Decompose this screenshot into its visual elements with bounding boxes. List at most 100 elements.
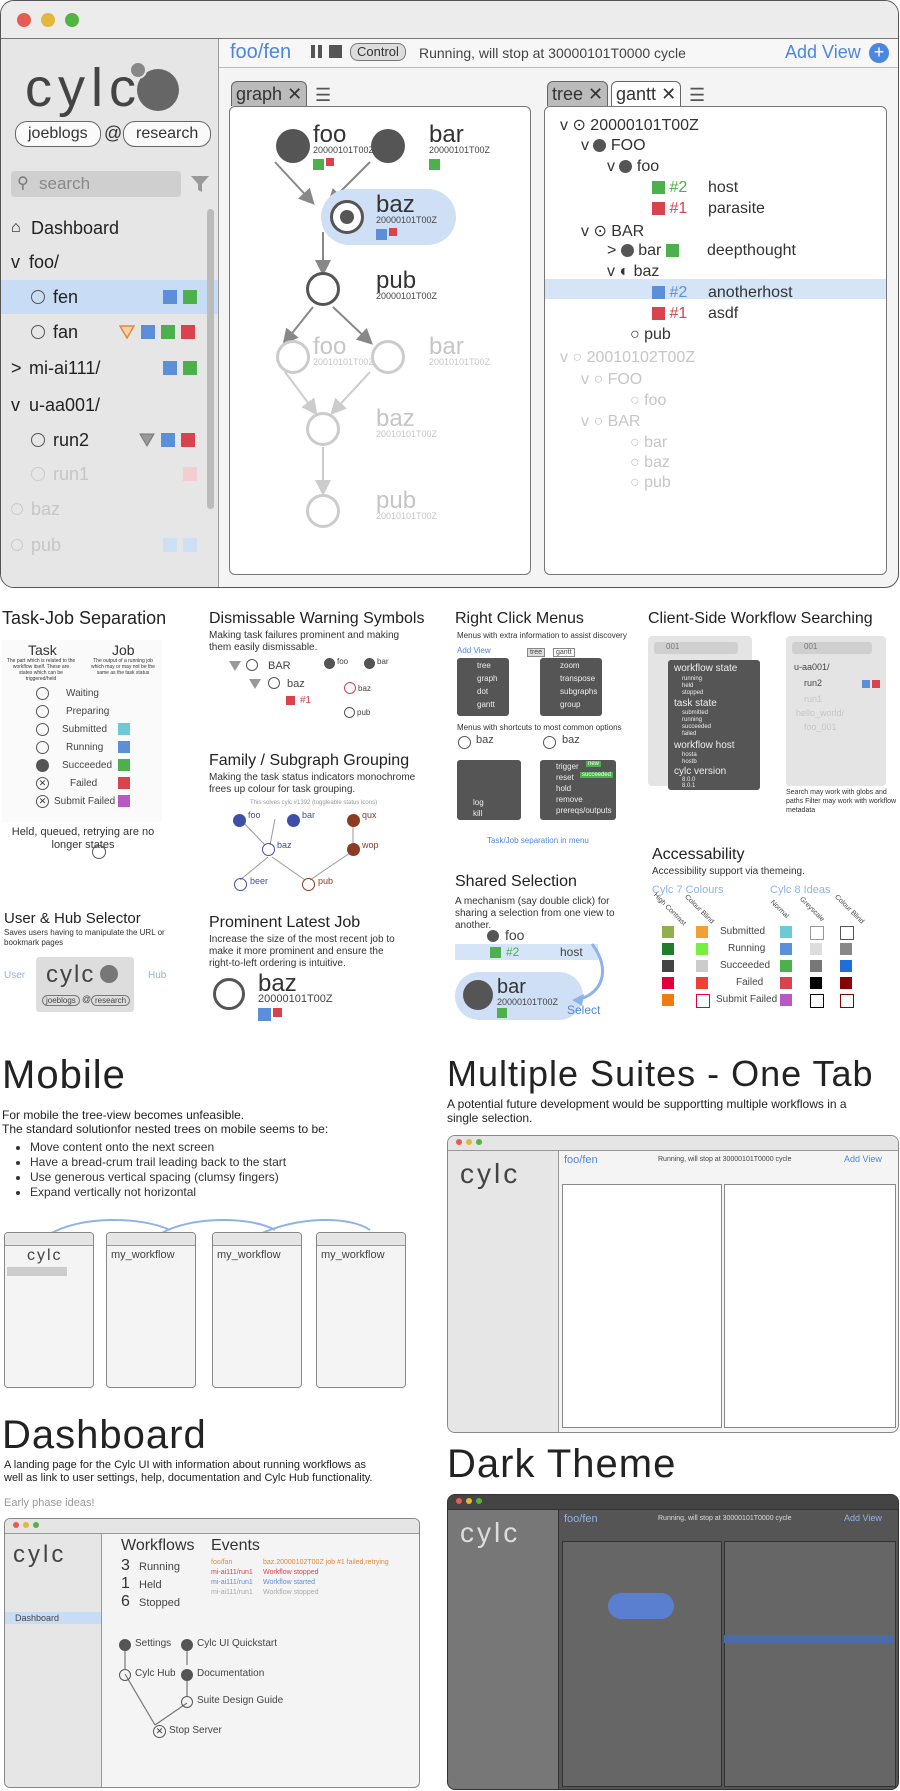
filter-option[interactable]: running: [682, 717, 702, 723]
node-bar[interactable]: [371, 129, 405, 163]
add-view-button[interactable]: Add View: [785, 42, 861, 63]
tree-row[interactable]: #1 asdf: [652, 305, 738, 323]
dark-selected-node[interactable]: [608, 1593, 674, 1619]
filter-icon[interactable]: [189, 173, 211, 195]
sidebar-item-fan[interactable]: fan: [1, 315, 206, 349]
sidebar-item-u-aa001[interactable]: v u-aa001/: [1, 388, 206, 422]
node-pub[interactable]: [306, 272, 340, 306]
tab-gantt[interactable]: gantt ✕: [611, 81, 682, 106]
sidebar-item-fen[interactable]: fen: [1, 280, 218, 314]
tree-row[interactable]: ○ pub: [630, 326, 671, 344]
user-selector[interactable]: joeblogs: [15, 121, 101, 147]
hub-link[interactable]: Cylc Hub: [135, 1668, 176, 1679]
mini-dashboard-item[interactable]: Dashboard: [15, 1613, 59, 1623]
maximize-window-button[interactable]: [65, 13, 79, 27]
job-square[interactable]: [313, 159, 324, 170]
hub-selector[interactable]: research: [91, 995, 131, 1006]
filter-option[interactable]: stopped: [682, 690, 703, 696]
warning-icon[interactable]: [139, 432, 155, 448]
sidebar-item-mi-ai111[interactable]: > mi-ai111/: [1, 351, 206, 385]
user-selector[interactable]: joeblogs: [42, 995, 80, 1006]
filter-option[interactable]: 8.0.1: [682, 783, 695, 789]
tree-row[interactable]: v FOO: [581, 137, 646, 155]
documentation-icon[interactable]: [181, 1669, 193, 1681]
job-square[interactable]: [326, 158, 334, 166]
result-item[interactable]: foo_001: [804, 722, 837, 732]
menu-item[interactable]: dot: [477, 687, 488, 696]
result-item[interactable]: u-aa001/: [794, 662, 830, 672]
close-window-button[interactable]: [17, 13, 31, 27]
tree-row[interactable]: v ○ FOO: [581, 371, 642, 389]
filter-option[interactable]: submitted: [682, 710, 708, 716]
tree-row[interactable]: #1 parasite: [652, 200, 765, 218]
menu-item[interactable]: gantt: [477, 700, 495, 709]
sidebar-item-foo[interactable]: v foo/: [1, 245, 206, 279]
filter-option[interactable]: hostb: [682, 759, 697, 765]
search-input[interactable]: 001: [792, 642, 872, 654]
menu-item[interactable]: transpose: [560, 674, 595, 683]
tree-row[interactable]: #2 anotherhost: [652, 284, 793, 302]
menu-item[interactable]: subgraphs: [560, 687, 597, 696]
older-job-square[interactable]: [273, 1008, 282, 1017]
stop-icon[interactable]: [329, 45, 342, 58]
job-square[interactable]: [376, 229, 387, 240]
sidebar-item-baz[interactable]: baz: [1, 492, 206, 526]
sidebar-item-run1[interactable]: run1: [1, 457, 206, 491]
menu-icon[interactable]: ☰: [315, 85, 331, 106]
sidebar-item-run2[interactable]: run2: [1, 423, 206, 457]
rc-tab-tree[interactable]: tree: [527, 648, 546, 657]
job-square[interactable]: [389, 228, 397, 236]
result-item[interactable]: run1: [804, 694, 822, 704]
sidebar-scrollbar[interactable]: [207, 209, 214, 509]
design-guide-icon[interactable]: [181, 1696, 193, 1708]
node-bar[interactable]: [371, 340, 405, 374]
tree-row[interactable]: v ⊙ BAR: [581, 221, 644, 241]
menu-icon[interactable]: ☰: [689, 85, 705, 106]
node-foo[interactable]: [276, 129, 310, 163]
menu-item[interactable]: tree: [477, 661, 491, 670]
menu-item[interactable]: remove: [556, 795, 583, 804]
menu-item[interactable]: prereqs/outputs: [556, 806, 612, 815]
tree-row[interactable]: v foo: [607, 158, 659, 176]
settings-icon[interactable]: [119, 1639, 131, 1651]
tree-row[interactable]: v ⊙ 20000101T00Z: [560, 115, 699, 135]
tree-row[interactable]: ○ pub: [630, 474, 671, 492]
tree-row[interactable]: ○ bar: [630, 434, 667, 452]
node-baz[interactable]: [306, 412, 340, 446]
tree-row[interactable]: v ○ BAR: [581, 413, 640, 431]
add-icon[interactable]: +: [869, 43, 889, 63]
tab-tree[interactable]: tree ✕: [547, 81, 609, 106]
control-button[interactable]: Control: [350, 43, 406, 61]
hub-selector[interactable]: research: [123, 121, 212, 147]
menu-item[interactable]: group: [560, 700, 580, 709]
stop-server-link[interactable]: Stop Server: [169, 1725, 222, 1736]
rc-add-view[interactable]: Add View: [457, 646, 491, 655]
mini-add-view[interactable]: Add View: [844, 1154, 882, 1164]
result-item[interactable]: run2: [804, 678, 822, 688]
stop-server-icon[interactable]: ✕: [153, 1725, 166, 1738]
pause-icon[interactable]: [311, 45, 315, 58]
tab-graph[interactable]: graph ✕: [231, 81, 308, 106]
warning-icon[interactable]: [248, 678, 262, 690]
quickstart-icon[interactable]: [181, 1639, 193, 1651]
latest-job-square[interactable]: [258, 1008, 271, 1021]
menu-item[interactable]: log: [473, 798, 484, 807]
node-pub[interactable]: [306, 494, 340, 528]
filter-option[interactable]: hosta: [682, 752, 697, 758]
job-square[interactable]: [429, 159, 440, 170]
search-input[interactable]: ⚲ search: [11, 171, 181, 197]
mini-add-view[interactable]: Add View: [844, 1513, 882, 1523]
minimize-window-button[interactable]: [41, 13, 55, 27]
tree-row[interactable]: > bar deepthought: [607, 242, 796, 260]
hub-icon[interactable]: [119, 1669, 131, 1681]
warning-icon[interactable]: [119, 324, 135, 340]
filter-option[interactable]: failed: [682, 731, 696, 737]
filter-option[interactable]: running: [682, 676, 702, 682]
search-input[interactable]: 001: [654, 642, 738, 654]
documentation-link[interactable]: Documentation: [197, 1668, 264, 1679]
tree-row[interactable]: v ◐ baz: [607, 263, 659, 281]
result-item[interactable]: hello_world/: [796, 708, 844, 718]
close-icon[interactable]: ✕: [661, 84, 676, 104]
tree-row[interactable]: ○ baz: [630, 454, 670, 472]
filter-option[interactable]: held: [682, 683, 693, 689]
